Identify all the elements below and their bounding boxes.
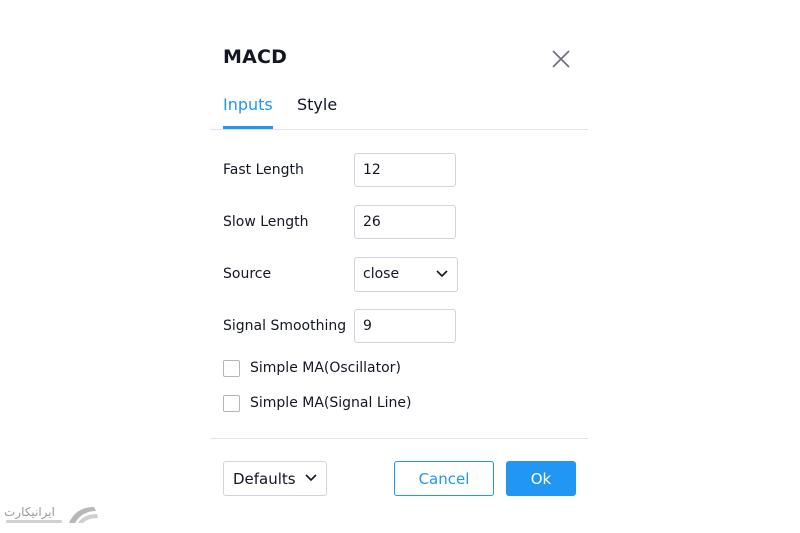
watermark-text: ایرانیکارت	[4, 505, 55, 519]
simple-ma-oscillator-option[interactable]: Simple MA(Oscillator)	[223, 360, 423, 380]
source-selected-value: close	[363, 266, 400, 282]
simple-ma-signal-line-checkbox[interactable]	[223, 395, 240, 412]
defaults-label: Defaults	[233, 470, 296, 488]
tab-inputs[interactable]: Inputs	[223, 95, 273, 129]
source-select[interactable]: close	[354, 257, 458, 292]
simple-ma-signal-line-option[interactable]: Simple MA(Signal Line)	[223, 395, 423, 415]
footer-divider	[210, 438, 588, 439]
tab-style[interactable]: Style	[297, 95, 337, 126]
tab-bar: Inputs Style	[210, 92, 588, 130]
simple-ma-oscillator-checkbox[interactable]	[223, 360, 240, 377]
chevron-down-icon	[305, 474, 317, 482]
fast-length-label: Fast Length	[223, 162, 304, 178]
simple-ma-signal-line-label: Simple MA(Signal Line)	[250, 395, 412, 411]
watermark: ایرانیکارت	[4, 503, 100, 529]
close-icon	[552, 50, 570, 68]
chevron-down-icon	[436, 270, 448, 278]
ok-button[interactable]: Ok	[506, 461, 576, 496]
page: MACD Inputs Style Fast Length Slow Lengt…	[0, 0, 800, 533]
cancel-button[interactable]: Cancel	[394, 461, 494, 496]
source-label: Source	[223, 266, 272, 282]
watermark-subline	[6, 520, 62, 523]
signal-smoothing-input[interactable]	[354, 309, 456, 343]
macd-settings-dialog: MACD Inputs Style Fast Length Slow Lengt…	[210, 30, 588, 510]
dialog-title: MACD	[223, 46, 288, 68]
logo-icon	[69, 507, 98, 523]
defaults-dropdown[interactable]: Defaults	[223, 461, 327, 496]
simple-ma-oscillator-label: Simple MA(Oscillator)	[250, 360, 401, 376]
slow-length-label: Slow Length	[223, 214, 309, 230]
fast-length-input[interactable]	[354, 153, 456, 187]
close-button[interactable]	[550, 48, 572, 70]
signal-smoothing-label: Signal Smoothing	[223, 318, 347, 334]
slow-length-input[interactable]	[354, 205, 456, 239]
